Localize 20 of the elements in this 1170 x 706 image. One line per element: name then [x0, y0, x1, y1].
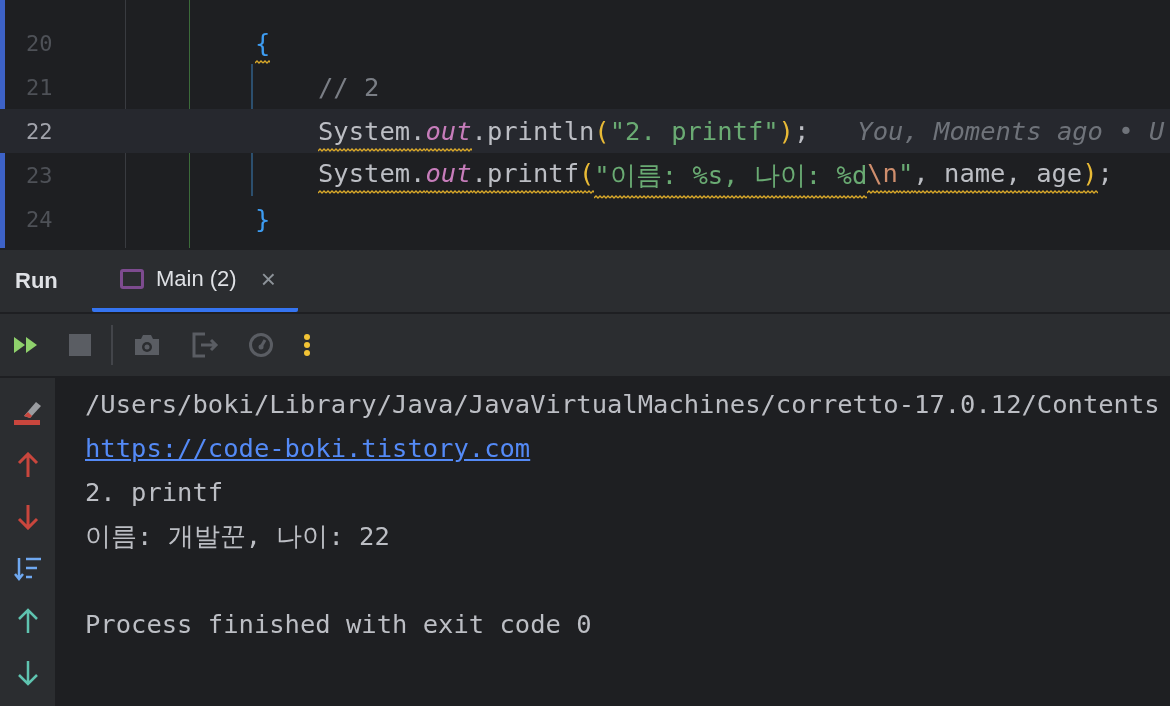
code-line: } — [255, 203, 271, 236]
output-line: 이름: 개발꾼, 나이: 22 — [85, 521, 390, 551]
output-line: Process finished with exit code 0 — [85, 609, 592, 639]
output-line: /Users/boki/Library/Java/JavaVirtualMachines/corretto-17.0.12/Contents — [85, 389, 1160, 419]
line-number: 22 — [26, 118, 53, 144]
code-line: System.out.printf("이름: %s, 나이: %d\n", name, age); — [318, 151, 1113, 199]
rerun-icon[interactable] — [13, 335, 39, 355]
code-line: System.out.println("2. printf"); — [318, 110, 810, 152]
down-arrow-icon[interactable] — [15, 504, 40, 530]
output-link[interactable]: https://code-boki.tistory.com — [85, 433, 531, 463]
close-icon[interactable]: × — [260, 263, 276, 295]
down-arrow-icon[interactable] — [15, 660, 40, 686]
code-line: // 2 — [318, 71, 380, 104]
sort-icon[interactable] — [13, 556, 42, 582]
up-arrow-icon[interactable] — [15, 452, 40, 478]
more-icon[interactable] — [303, 333, 311, 357]
blame-hint: You, Moments ago • U — [857, 116, 1165, 146]
window-icon — [120, 269, 144, 289]
output-line: 2. printf — [85, 477, 224, 507]
panel-title: Run — [15, 268, 59, 294]
